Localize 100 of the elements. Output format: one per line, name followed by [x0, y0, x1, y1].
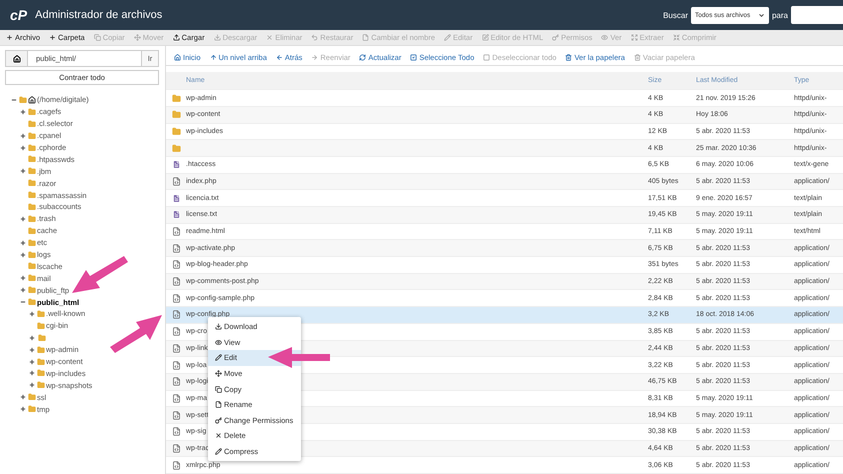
folder-icon	[28, 144, 36, 152]
folder-icon	[28, 214, 36, 223]
shrink-icon	[672, 34, 680, 41]
folder-icon	[172, 94, 180, 103]
left-arrow-icon	[276, 54, 283, 62]
folder-icon	[172, 126, 180, 136]
folder-icon	[28, 191, 36, 200]
download-icon	[214, 34, 221, 41]
folder-icon	[28, 405, 36, 414]
code-file-icon	[172, 227, 180, 236]
expand-icon[interactable]	[29, 370, 35, 376]
folder-icon	[28, 298, 36, 306]
file-icon	[362, 34, 370, 41]
pencil-icon	[215, 354, 222, 362]
refresh-icon	[359, 54, 366, 62]
annotation-arrow	[110, 315, 162, 353]
folder-icon	[28, 250, 36, 259]
move-icon	[134, 34, 141, 41]
home-icon	[12, 54, 20, 62]
folder-icon	[28, 274, 36, 282]
folder-icon	[37, 358, 45, 366]
code-file-icon	[172, 310, 180, 320]
expand-icon[interactable]	[20, 252, 26, 258]
folder-icon	[37, 381, 45, 390]
code-file-icon	[172, 260, 180, 270]
expand-icon[interactable]	[20, 406, 26, 412]
home-icon	[174, 54, 181, 62]
folder-icon	[172, 144, 180, 153]
folder-icon	[28, 108, 36, 116]
collapse-icon[interactable]	[20, 299, 26, 306]
folder-icon	[37, 369, 45, 378]
expand-icon[interactable]	[20, 275, 26, 282]
code-file-icon	[172, 360, 180, 370]
expand-icon[interactable]	[20, 144, 26, 150]
annotation-arrow	[268, 347, 330, 368]
expand-icon[interactable]	[20, 168, 26, 174]
trash-icon	[634, 54, 641, 62]
code-file-icon	[172, 327, 180, 336]
expand-icon[interactable]	[29, 334, 35, 341]
right-arrow-icon	[311, 54, 318, 62]
close-icon	[215, 432, 222, 440]
pencil-icon	[215, 448, 222, 456]
folder-icon	[28, 167, 36, 176]
code-file-icon	[172, 294, 180, 303]
search-field[interactable]	[791, 6, 843, 24]
plus-icon	[49, 34, 56, 41]
eye-icon	[215, 338, 222, 346]
expand-icon[interactable]	[29, 346, 35, 353]
for-label: para	[772, 10, 788, 20]
code-file-icon	[172, 410, 180, 420]
plus-icon	[6, 34, 13, 41]
folder-icon	[37, 322, 45, 330]
code-file-icon	[172, 176, 180, 186]
copy-icon	[215, 386, 222, 393]
expand-icon[interactable]	[20, 132, 26, 139]
search-label: Buscar	[663, 10, 688, 20]
expand-icon[interactable]	[29, 310, 35, 317]
upload-icon	[172, 34, 180, 41]
folder-icon	[37, 310, 45, 318]
expand-icon	[630, 34, 638, 41]
folder-icon	[37, 346, 45, 354]
annotation-arrow	[72, 256, 128, 293]
checkbox-icon	[410, 54, 418, 62]
folder-icon	[28, 262, 36, 270]
key-icon	[552, 34, 560, 41]
expand-icon[interactable]	[29, 382, 35, 388]
folder-icon	[28, 202, 36, 211]
collapse-icon[interactable]	[11, 96, 17, 103]
code-file-icon	[172, 460, 180, 470]
folder-icon	[28, 393, 36, 402]
expand-icon[interactable]	[29, 358, 35, 365]
pencil-icon	[444, 34, 451, 41]
text-file-icon	[172, 210, 180, 220]
folder-icon	[28, 238, 36, 247]
expand-icon[interactable]	[20, 394, 26, 400]
folder-icon	[28, 132, 36, 140]
code-file-icon	[172, 394, 180, 403]
close-icon	[266, 34, 274, 41]
expand-icon[interactable]	[20, 216, 26, 222]
copy-icon	[94, 34, 101, 41]
expand-icon[interactable]	[20, 240, 26, 246]
chevron-down-icon	[758, 12, 765, 18]
edit-icon	[482, 34, 489, 41]
trash-icon	[565, 54, 572, 62]
folder-icon	[28, 120, 36, 128]
logo: cP	[10, 7, 28, 23]
move-icon	[215, 370, 222, 378]
expand-icon[interactable]	[20, 287, 26, 294]
up-arrow-icon	[210, 54, 217, 62]
code-file-icon	[172, 444, 180, 453]
folder-icon	[172, 110, 180, 120]
eye-icon	[601, 34, 608, 41]
file-icon	[215, 401, 222, 408]
code-file-icon	[172, 344, 180, 353]
folder-icon	[19, 96, 27, 104]
folder-icon	[28, 226, 36, 235]
code-file-icon	[172, 244, 180, 253]
code-file-icon	[172, 277, 180, 286]
folder-icon	[28, 286, 36, 294]
expand-icon[interactable]	[20, 108, 26, 115]
